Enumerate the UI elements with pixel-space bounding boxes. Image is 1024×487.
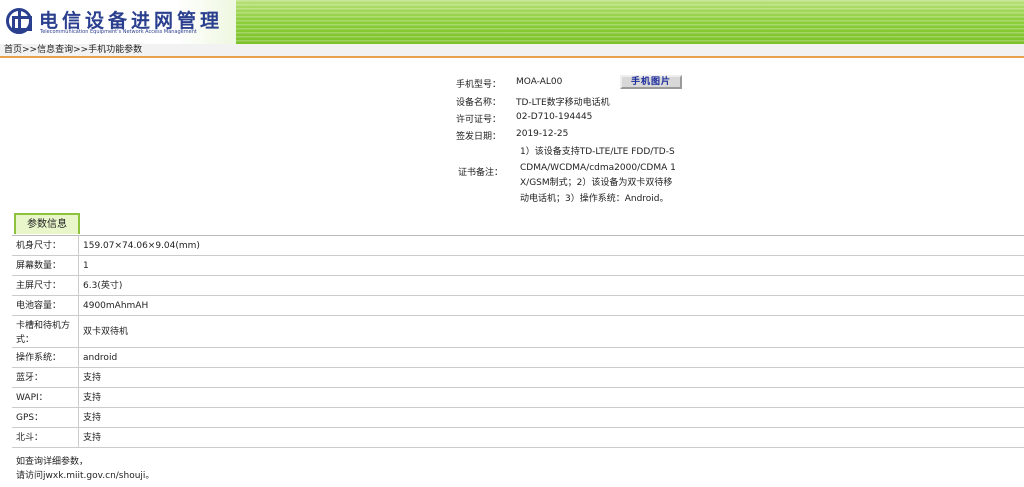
param-key: 屏幕数量： xyxy=(16,261,62,271)
model-value: MOA-AL00 xyxy=(516,77,563,87)
param-key: GPS： xyxy=(16,413,44,423)
table-row: 操作系统： android xyxy=(12,348,1024,368)
footer-line-2: 请访问jwxk.miit.gov.cn/shouji。 xyxy=(16,471,155,481)
breadcrumb: 首页>>信息查询>>手机功能参数 xyxy=(0,44,1024,58)
param-table: 机身尺寸： 159.07×74.06×9.04(mm) 屏幕数量： 1 主屏尺寸… xyxy=(12,235,1024,448)
table-row: 卡槽和待机方式： 双卡双待机 xyxy=(12,316,1024,348)
table-row: WAPI： 支持 xyxy=(12,388,1024,408)
footer-line-1: 如查询详细参数， xyxy=(16,457,89,467)
param-key: 北斗： xyxy=(16,433,44,443)
phone-photo-button[interactable]: 手机图片 xyxy=(620,75,682,89)
license-value: 02-D710-194445 xyxy=(516,112,593,122)
param-value: 4900mAhmAH xyxy=(83,301,149,311)
param-value: 1 xyxy=(83,261,89,271)
param-value: 支持 xyxy=(83,373,102,383)
remark-value: 1）该设备支持TD-LTE/LTE FDD/TD-SCDMA/WCDMA/cdm… xyxy=(520,147,676,204)
table-row: 电池容量： 4900mAhmAH xyxy=(12,296,1024,316)
param-key: 电池容量： xyxy=(16,301,62,311)
banner-decoration xyxy=(235,0,1024,44)
logo: 电信设备进网管理 Telecommunication Equipment's N… xyxy=(0,0,236,44)
param-value: 支持 xyxy=(83,393,102,403)
param-value: 双卡双待机 xyxy=(83,327,129,337)
table-row: 机身尺寸： 159.07×74.06×9.04(mm) xyxy=(12,236,1024,256)
param-value: 159.07×74.06×9.04(mm) xyxy=(83,241,200,251)
model-label: 手机型号： xyxy=(456,80,502,90)
name-value: TD-LTE数字移动电话机 xyxy=(516,98,610,108)
param-key: 操作系统： xyxy=(16,353,62,363)
table-row: 屏幕数量： 1 xyxy=(12,256,1024,276)
remark-label: 证书备注： xyxy=(458,168,504,178)
date-value: 2019-12-25 xyxy=(516,129,569,139)
site-subtitle: Telecommunication Equipment's Network Ac… xyxy=(40,29,197,35)
table-row: 北斗： 支持 xyxy=(12,428,1024,448)
param-value: 6.3(英寸) xyxy=(83,281,123,291)
param-key: 主屏尺寸： xyxy=(16,281,62,291)
table-row: 主屏尺寸： 6.3(英寸) xyxy=(12,276,1024,296)
table-row: 蓝牙： 支持 xyxy=(12,368,1024,388)
logo-emblem-icon xyxy=(6,8,32,34)
param-value: 支持 xyxy=(83,413,102,423)
date-label: 签发日期： xyxy=(456,132,502,142)
param-key: 机身尺寸： xyxy=(16,241,62,251)
param-value: 支持 xyxy=(83,433,102,443)
tab-param-info[interactable]: 参数信息 xyxy=(14,213,80,234)
param-key: 卡槽和待机方式： xyxy=(16,321,71,345)
header-banner: 电信设备进网管理 Telecommunication Equipment's N… xyxy=(0,0,1024,44)
footer-note: 如查询详细参数， 请访问jwxk.miit.gov.cn/shouji。 xyxy=(16,455,154,483)
license-label: 许可证号： xyxy=(456,115,502,125)
param-key: 蓝牙： xyxy=(16,373,44,383)
param-key: WAPI： xyxy=(16,393,48,403)
name-label: 设备名称： xyxy=(456,98,502,108)
param-value: android xyxy=(83,353,118,363)
table-row: GPS： 支持 xyxy=(12,408,1024,428)
